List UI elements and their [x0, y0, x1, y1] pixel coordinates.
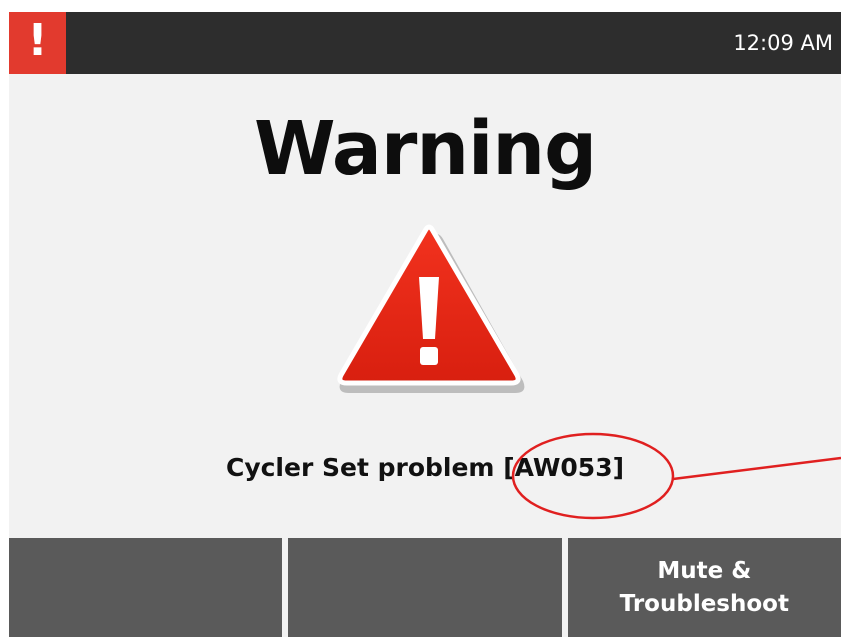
exclamation-dot [420, 347, 438, 365]
error-message: Cycler Set problem [AW053] [9, 452, 841, 484]
mute-troubleshoot-label-line2: Troubleshoot [619, 590, 789, 617]
error-code: [AW053] [503, 453, 625, 482]
device-screen: ! 12:09 AM Warning Cycler Set problem [A… [9, 12, 841, 637]
softkey-bar: Mute & Troubleshoot [9, 538, 841, 637]
softkey-left-button[interactable] [9, 538, 283, 637]
clock-time: 12:09 AM [733, 31, 833, 55]
status-bar: ! 12:09 AM [9, 12, 841, 74]
page-title: Warning [253, 106, 597, 192]
mute-troubleshoot-label-line1: Mute & [657, 557, 752, 584]
softkey-middle-button[interactable] [288, 538, 562, 637]
error-message-text: Cycler Set problem [225, 453, 504, 482]
mute-troubleshoot-button[interactable]: Mute & Troubleshoot [567, 538, 841, 637]
mute-troubleshoot-label: Mute & Troubleshoot [620, 555, 789, 621]
warning-triangle-icon [337, 224, 525, 393]
alert-exclamation-icon: ! [9, 12, 66, 74]
